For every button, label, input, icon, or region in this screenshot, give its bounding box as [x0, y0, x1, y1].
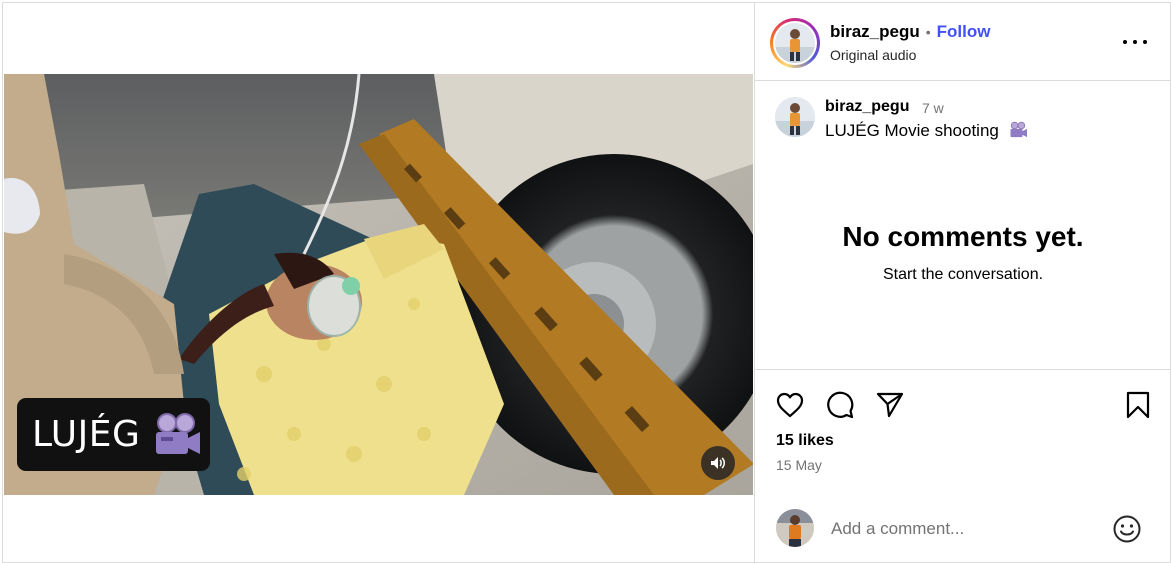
like-button[interactable]	[775, 390, 805, 420]
emoji-button[interactable]	[1112, 514, 1142, 544]
video-watermark: LUJÉG	[17, 398, 210, 471]
caption-avatar[interactable]	[775, 97, 815, 137]
caption-timestamp[interactable]: 7 w	[922, 100, 944, 116]
post-header: biraz_pegu • Follow Original audio	[755, 3, 1171, 81]
post-username[interactable]: biraz_pegu	[830, 22, 920, 42]
more-options-button[interactable]	[1123, 32, 1147, 52]
empty-comments-subtitle: Start the conversation.	[882, 266, 1044, 283]
current-user-avatar	[776, 509, 814, 547]
post-date[interactable]: 15 May	[776, 457, 822, 473]
watermark-text: LUJÉG	[32, 414, 141, 455]
share-button[interactable]	[875, 390, 905, 420]
audio-label[interactable]: Original audio	[830, 47, 916, 63]
likes-count[interactable]: 15 likes	[776, 432, 834, 450]
video-player[interactable]: LUJÉG	[4, 74, 753, 495]
action-bar: 15 likes 15 May	[755, 369, 1171, 473]
add-comment-bar	[755, 501, 1171, 562]
dot	[1133, 40, 1137, 44]
save-button[interactable]	[1123, 390, 1153, 420]
empty-comments-title: No comments yet.	[842, 221, 1084, 252]
avatar	[775, 23, 815, 63]
separator-dot: •	[925, 24, 931, 40]
caption-text: LUJÉG Movie shooting	[825, 121, 999, 140]
caption: biraz_pegu 7 w LUJÉG Movie shooting	[775, 97, 1155, 157]
bookmark-icon	[1126, 391, 1150, 419]
post-side-panel: biraz_pegu • Follow Original audio biraz…	[754, 3, 1171, 562]
post-dialog: LUJÉG biraz_pegu • Follow Original audio…	[2, 2, 1171, 563]
caption-text-row: LUJÉG Movie shooting	[825, 121, 1028, 144]
story-ring[interactable]	[770, 18, 820, 68]
movie-camera-icon	[1008, 121, 1028, 144]
follow-button[interactable]: Follow	[937, 22, 991, 42]
mute-toggle-button[interactable]	[701, 446, 735, 480]
smiley-icon	[1113, 515, 1141, 543]
comment-button[interactable]	[825, 390, 855, 420]
media-pane: LUJÉG	[3, 3, 754, 562]
movie-camera-icon	[150, 411, 202, 459]
dot	[1123, 40, 1127, 44]
speaker-icon	[710, 455, 726, 471]
caption-username[interactable]: biraz_pegu	[825, 98, 909, 116]
send-icon	[876, 392, 904, 418]
heart-icon	[776, 392, 804, 418]
comment-icon	[827, 391, 854, 419]
dot	[1143, 40, 1147, 44]
comment-input[interactable]	[831, 515, 1101, 543]
